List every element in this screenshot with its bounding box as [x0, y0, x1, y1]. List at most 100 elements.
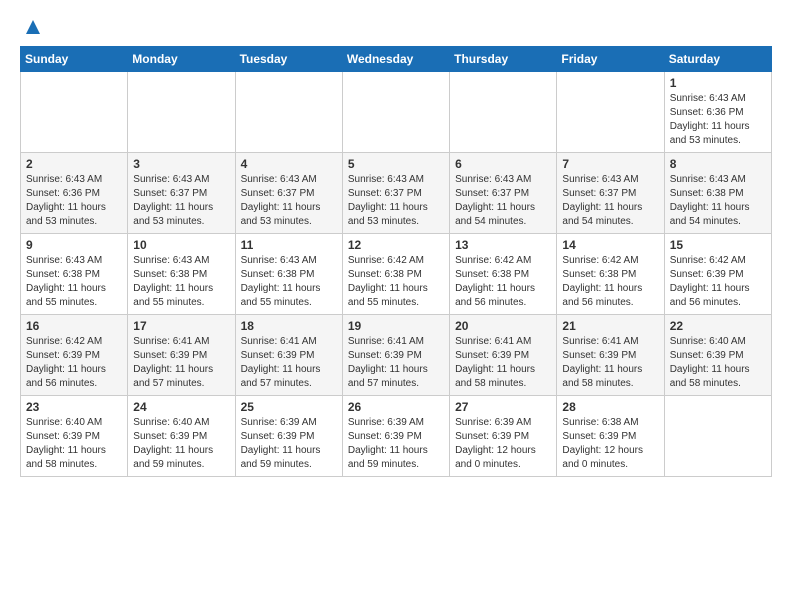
day-info: Sunrise: 6:43 AM Sunset: 6:37 PM Dayligh… — [241, 173, 337, 229]
day-number: 22 — [670, 319, 766, 333]
calendar-day-cell: 11 Sunrise: 6:43 AM Sunset: 6:38 PM Dayli… — [235, 234, 342, 315]
day-info: Sunrise: 6:41 AM Sunset: 6:39 PM Dayligh… — [241, 335, 337, 391]
calendar-day-cell — [342, 72, 449, 153]
day-info: Sunrise: 6:42 AM Sunset: 6:38 PM Dayligh… — [455, 254, 551, 310]
day-number: 16 — [26, 319, 122, 333]
calendar-day-cell: 19 Sunrise: 6:41 AM Sunset: 6:39 PM Dayli… — [342, 315, 449, 396]
day-number: 13 — [455, 238, 551, 252]
calendar-day-cell: 8Sunrise: 6:43 AM Sunset: 6:38 PM Daylig… — [664, 153, 771, 234]
calendar-day-cell: 2 Sunrise: 6:43 AM Sunset: 6:36 PM Daylig… — [21, 153, 128, 234]
day-info: Sunrise: 6:43 AM Sunset: 6:37 PM Dayligh… — [133, 173, 229, 229]
logo-text — [20, 16, 44, 38]
calendar-day-cell: 16Sunrise: 6:42 AM Sunset: 6:39 PM Dayli… — [21, 315, 128, 396]
day-number: 2 — [26, 157, 122, 171]
calendar-day-cell: 24 Sunrise: 6:40 AM Sunset: 6:39 PM Dayli… — [128, 396, 235, 477]
calendar-day-cell: 1 Sunrise: 6:43 AM Sunset: 6:36 PM Daylig… — [664, 72, 771, 153]
calendar-day-cell — [450, 72, 557, 153]
calendar-body: 1 Sunrise: 6:43 AM Sunset: 6:36 PM Daylig… — [21, 72, 772, 477]
calendar-day-cell — [235, 72, 342, 153]
day-info: Sunrise: 6:41 AM Sunset: 6:39 PM Dayligh… — [348, 335, 444, 391]
calendar-day-cell — [664, 396, 771, 477]
day-number: 4 — [241, 157, 337, 171]
calendar-day-cell: 7Sunrise: 6:43 AM Sunset: 6:37 PM Daylig… — [557, 153, 664, 234]
day-info: Sunrise: 6:43 AM Sunset: 6:38 PM Dayligh… — [241, 254, 337, 310]
calendar-header-cell: Monday — [128, 47, 235, 72]
calendar-day-cell: 22 Sunrise: 6:40 AM Sunset: 6:39 PM Dayli… — [664, 315, 771, 396]
logo-icon — [22, 16, 44, 38]
calendar-week-row: 16Sunrise: 6:42 AM Sunset: 6:39 PM Dayli… — [21, 315, 772, 396]
day-number: 26 — [348, 400, 444, 414]
calendar-header-cell: Tuesday — [235, 47, 342, 72]
calendar-header-cell: Friday — [557, 47, 664, 72]
day-info: Sunrise: 6:43 AM Sunset: 6:37 PM Dayligh… — [348, 173, 444, 229]
day-number: 17 — [133, 319, 229, 333]
calendar-day-cell: 14 Sunrise: 6:42 AM Sunset: 6:38 PM Dayli… — [557, 234, 664, 315]
calendar-day-cell: 6 Sunrise: 6:43 AM Sunset: 6:37 PM Daylig… — [450, 153, 557, 234]
calendar-day-cell: 5Sunrise: 6:43 AM Sunset: 6:37 PM Daylig… — [342, 153, 449, 234]
calendar-day-cell: 23Sunrise: 6:40 AM Sunset: 6:39 PM Dayli… — [21, 396, 128, 477]
calendar-table: SundayMondayTuesdayWednesdayThursdayFrid… — [20, 46, 772, 477]
calendar-day-cell: 13 Sunrise: 6:42 AM Sunset: 6:38 PM Dayli… — [450, 234, 557, 315]
day-info: Sunrise: 6:42 AM Sunset: 6:39 PM Dayligh… — [670, 254, 766, 310]
day-info: Sunrise: 6:43 AM Sunset: 6:37 PM Dayligh… — [562, 173, 658, 229]
day-number: 3 — [133, 157, 229, 171]
day-number: 25 — [241, 400, 337, 414]
calendar-week-row: 1 Sunrise: 6:43 AM Sunset: 6:36 PM Daylig… — [21, 72, 772, 153]
calendar-day-cell: 21Sunrise: 6:41 AM Sunset: 6:39 PM Dayli… — [557, 315, 664, 396]
day-number: 18 — [241, 319, 337, 333]
calendar-week-row: 23Sunrise: 6:40 AM Sunset: 6:39 PM Dayli… — [21, 396, 772, 477]
calendar-header-cell: Saturday — [664, 47, 771, 72]
day-number: 21 — [562, 319, 658, 333]
calendar-day-cell: 17 Sunrise: 6:41 AM Sunset: 6:39 PM Dayli… — [128, 315, 235, 396]
calendar-day-cell: 4 Sunrise: 6:43 AM Sunset: 6:37 PM Daylig… — [235, 153, 342, 234]
calendar-day-cell: 28 Sunrise: 6:38 AM Sunset: 6:39 PM Dayli… — [557, 396, 664, 477]
day-info: Sunrise: 6:43 AM Sunset: 6:36 PM Dayligh… — [26, 173, 122, 229]
calendar-day-cell — [21, 72, 128, 153]
day-number: 14 — [562, 238, 658, 252]
day-info: Sunrise: 6:39 AM Sunset: 6:39 PM Dayligh… — [455, 416, 551, 472]
day-number: 19 — [348, 319, 444, 333]
calendar-day-cell: 12 Sunrise: 6:42 AM Sunset: 6:38 PM Dayli… — [342, 234, 449, 315]
calendar-day-cell — [557, 72, 664, 153]
day-number: 28 — [562, 400, 658, 414]
day-info: Sunrise: 6:40 AM Sunset: 6:39 PM Dayligh… — [670, 335, 766, 391]
day-number: 24 — [133, 400, 229, 414]
day-info: Sunrise: 6:42 AM Sunset: 6:38 PM Dayligh… — [348, 254, 444, 310]
day-info: Sunrise: 6:41 AM Sunset: 6:39 PM Dayligh… — [133, 335, 229, 391]
calendar-day-cell: 3 Sunrise: 6:43 AM Sunset: 6:37 PM Daylig… — [128, 153, 235, 234]
calendar-week-row: 2 Sunrise: 6:43 AM Sunset: 6:36 PM Daylig… — [21, 153, 772, 234]
calendar-header-row: SundayMondayTuesdayWednesdayThursdayFrid… — [21, 47, 772, 72]
day-number: 12 — [348, 238, 444, 252]
day-number: 11 — [241, 238, 337, 252]
day-info: Sunrise: 6:43 AM Sunset: 6:38 PM Dayligh… — [670, 173, 766, 229]
calendar-day-cell: 18 Sunrise: 6:41 AM Sunset: 6:39 PM Dayli… — [235, 315, 342, 396]
day-info: Sunrise: 6:40 AM Sunset: 6:39 PM Dayligh… — [26, 416, 122, 472]
calendar-day-cell: 25 Sunrise: 6:39 AM Sunset: 6:39 PM Dayli… — [235, 396, 342, 477]
day-info: Sunrise: 6:43 AM Sunset: 6:36 PM Dayligh… — [670, 92, 766, 148]
day-info: Sunrise: 6:43 AM Sunset: 6:37 PM Dayligh… — [455, 173, 551, 229]
day-info: Sunrise: 6:39 AM Sunset: 6:39 PM Dayligh… — [348, 416, 444, 472]
day-number: 10 — [133, 238, 229, 252]
day-info: Sunrise: 6:38 AM Sunset: 6:39 PM Dayligh… — [562, 416, 658, 472]
day-number: 1 — [670, 76, 766, 90]
day-info: Sunrise: 6:40 AM Sunset: 6:39 PM Dayligh… — [133, 416, 229, 472]
day-info: Sunrise: 6:43 AM Sunset: 6:38 PM Dayligh… — [26, 254, 122, 310]
calendar-header-cell: Wednesday — [342, 47, 449, 72]
calendar-week-row: 9 Sunrise: 6:43 AM Sunset: 6:38 PM Daylig… — [21, 234, 772, 315]
day-number: 9 — [26, 238, 122, 252]
day-number: 15 — [670, 238, 766, 252]
calendar-day-cell: 26 Sunrise: 6:39 AM Sunset: 6:39 PM Dayli… — [342, 396, 449, 477]
calendar-day-cell — [128, 72, 235, 153]
calendar-day-cell: 20Sunrise: 6:41 AM Sunset: 6:39 PM Dayli… — [450, 315, 557, 396]
day-number: 20 — [455, 319, 551, 333]
page: SundayMondayTuesdayWednesdayThursdayFrid… — [0, 0, 792, 493]
day-info: Sunrise: 6:43 AM Sunset: 6:38 PM Dayligh… — [133, 254, 229, 310]
calendar-day-cell: 10 Sunrise: 6:43 AM Sunset: 6:38 PM Dayli… — [128, 234, 235, 315]
day-number: 6 — [455, 157, 551, 171]
day-number: 27 — [455, 400, 551, 414]
day-info: Sunrise: 6:42 AM Sunset: 6:38 PM Dayligh… — [562, 254, 658, 310]
calendar-header-cell: Thursday — [450, 47, 557, 72]
day-info: Sunrise: 6:39 AM Sunset: 6:39 PM Dayligh… — [241, 416, 337, 472]
calendar-day-cell: 9 Sunrise: 6:43 AM Sunset: 6:38 PM Daylig… — [21, 234, 128, 315]
calendar-day-cell: 27 Sunrise: 6:39 AM Sunset: 6:39 PM Dayli… — [450, 396, 557, 477]
